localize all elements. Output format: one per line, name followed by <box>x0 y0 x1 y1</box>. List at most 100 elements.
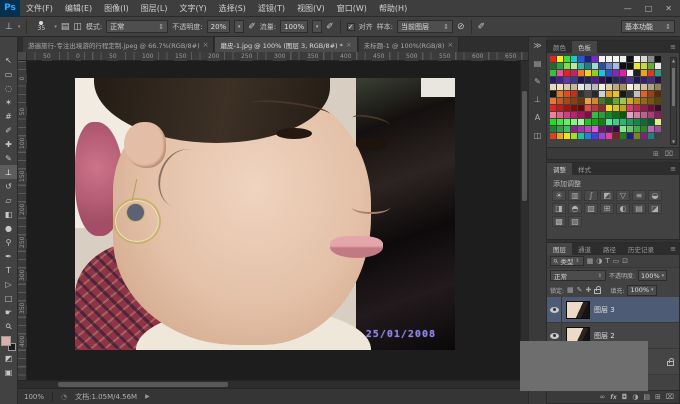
foreground-color-chip[interactable] <box>1 336 11 346</box>
flow-field[interactable]: 100% <box>280 20 308 33</box>
menu-image[interactable]: 图像(I) <box>98 0 135 17</box>
adj-brightness-contrast-icon[interactable]: ☀ <box>552 190 566 201</box>
sample-select[interactable]: 当前图层 ⇕ <box>397 20 453 33</box>
color-swatch[interactable] <box>606 98 612 104</box>
tab-layers[interactable]: 图层 <box>547 243 572 255</box>
color-swatch[interactable] <box>648 119 654 125</box>
color-swatch[interactable] <box>557 77 563 83</box>
color-swatch[interactable] <box>599 133 605 139</box>
color-swatch[interactable] <box>550 77 556 83</box>
color-swatch[interactable] <box>592 105 598 111</box>
color-swatch[interactable] <box>627 77 633 83</box>
color-swatch[interactable] <box>578 133 584 139</box>
color-swatch[interactable] <box>634 98 640 104</box>
workspace-switcher[interactable]: 基本功能 ⇕ <box>621 20 675 33</box>
delete-swatch-icon[interactable]: ⌧ <box>665 150 673 158</box>
color-swatch[interactable] <box>599 70 605 76</box>
color-swatch[interactable] <box>571 133 577 139</box>
adj-exposure-icon[interactable]: ◩ <box>600 190 614 201</box>
tool-preset-caret-icon[interactable]: ▾ <box>18 24 21 30</box>
color-swatch[interactable] <box>634 126 640 132</box>
lock-all-icon[interactable] <box>594 289 601 294</box>
color-swatch[interactable] <box>634 56 640 62</box>
screen-mode-icon[interactable]: ▣ <box>0 365 17 379</box>
color-swatch[interactable] <box>641 119 647 125</box>
color-swatch[interactable] <box>599 77 605 83</box>
adjustments-panel-menu-icon[interactable]: ≡ <box>670 163 679 175</box>
color-swatch[interactable] <box>557 70 563 76</box>
photo-document[interactable]: 25/01/2008 <box>75 78 455 350</box>
color-swatch[interactable] <box>620 84 626 90</box>
menu-select[interactable]: 选择(S) <box>213 0 252 17</box>
color-swatch[interactable] <box>655 70 661 76</box>
color-swatch[interactable] <box>599 112 605 118</box>
hand-tool[interactable]: ☛ <box>0 305 17 319</box>
tab-history[interactable]: 历史记录 <box>622 243 660 255</box>
adj-color-lookup-icon[interactable]: ⊞ <box>600 203 614 214</box>
quick-mask-icon[interactable]: ◩ <box>0 351 17 365</box>
color-swatch[interactable] <box>557 98 563 104</box>
color-swatch[interactable] <box>641 56 647 62</box>
color-swatch[interactable] <box>578 56 584 62</box>
color-swatch[interactable] <box>641 70 647 76</box>
color-swatch[interactable] <box>613 91 619 97</box>
layer-group-icon[interactable]: ▤ <box>643 393 650 401</box>
color-swatch[interactable] <box>641 91 647 97</box>
color-swatch[interactable] <box>613 84 619 90</box>
color-swatch[interactable] <box>655 63 661 69</box>
color-swatch[interactable] <box>627 133 633 139</box>
color-swatch[interactable] <box>606 126 612 132</box>
adj-invert-icon[interactable]: ◐ <box>616 203 630 214</box>
color-swatch[interactable] <box>627 56 633 62</box>
color-swatch[interactable] <box>564 56 570 62</box>
color-swatch[interactable] <box>648 70 654 76</box>
color-swatch[interactable] <box>585 133 591 139</box>
color-swatch[interactable] <box>585 126 591 132</box>
filter-smart-objects-icon[interactable]: ⊡ <box>622 257 628 265</box>
color-swatch[interactable] <box>641 77 647 83</box>
flow-dropdown-icon[interactable]: ▾ <box>312 20 322 33</box>
new-layer-icon[interactable]: ⊞ <box>655 393 661 401</box>
lock-transparency-icon[interactable]: ▦ <box>567 286 574 294</box>
adj-levels-icon[interactable]: ▥ <box>568 190 582 201</box>
opacity-field[interactable]: 20% <box>207 20 231 33</box>
layer-visibility-cell[interactable] <box>547 297 562 323</box>
color-swatch[interactable] <box>585 112 591 118</box>
color-swatch[interactable] <box>606 119 612 125</box>
color-swatch[interactable] <box>648 63 654 69</box>
maximize-button[interactable]: □ <box>645 4 653 13</box>
swatches-scrollbar-thumb[interactable] <box>672 68 675 106</box>
color-swatch[interactable] <box>641 84 647 90</box>
color-swatch[interactable] <box>655 98 661 104</box>
color-swatch[interactable] <box>578 105 584 111</box>
color-swatch[interactable] <box>564 112 570 118</box>
clone-stamp-option-icon[interactable]: ⊥ <box>5 22 13 32</box>
adj-gradient-map-icon[interactable]: ▩ <box>552 216 566 227</box>
color-swatch[interactable] <box>613 98 619 104</box>
filter-adjustment-layers-icon[interactable]: ◑ <box>596 257 602 265</box>
color-swatch[interactable] <box>557 63 563 69</box>
color-swatch[interactable] <box>557 112 563 118</box>
vertical-scrollbar[interactable] <box>520 61 528 380</box>
menu-filter[interactable]: 滤镜(T) <box>252 0 291 17</box>
color-swatch[interactable] <box>578 77 584 83</box>
layer-effects-icon[interactable]: fx <box>610 394 616 401</box>
tab-color[interactable]: 颜色 <box>547 41 572 53</box>
tab-swatches[interactable]: 色板 <box>572 41 597 53</box>
blur-tool[interactable]: ● <box>0 221 17 235</box>
color-swatch[interactable] <box>578 112 584 118</box>
color-swatch[interactable] <box>606 56 612 62</box>
color-swatch[interactable] <box>592 70 598 76</box>
eyedropper-tool[interactable]: ✐ <box>0 123 17 137</box>
color-swatch[interactable] <box>620 70 626 76</box>
zoom-tool[interactable]: ⚲ <box>0 319 17 333</box>
history-panel-icon[interactable]: ▤ <box>534 59 542 68</box>
tab-doc-1[interactable]: 游遍旅行-专注出境游的行程定制.jpeg @ 66.7%(RGB/8#)× <box>23 37 214 52</box>
color-swatch[interactable] <box>550 105 556 111</box>
color-swatch[interactable] <box>648 112 654 118</box>
crop-tool[interactable]: # <box>0 109 17 123</box>
color-swatch[interactable] <box>641 133 647 139</box>
color-swatch[interactable] <box>641 126 647 132</box>
color-swatch[interactable] <box>564 77 570 83</box>
color-swatch[interactable] <box>606 77 612 83</box>
